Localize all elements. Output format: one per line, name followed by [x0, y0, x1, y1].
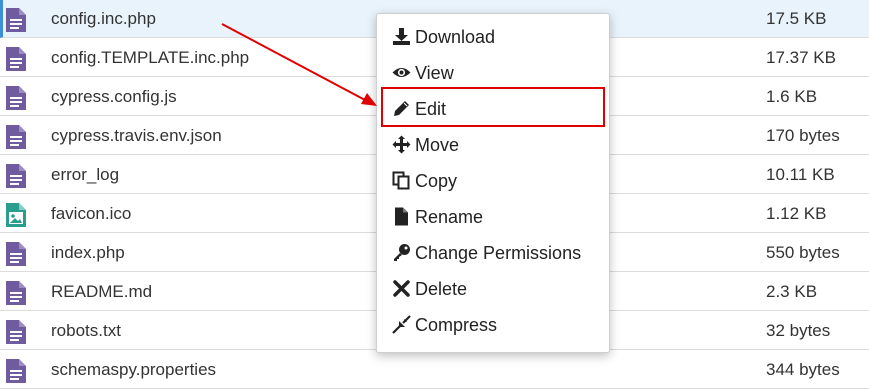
copy-icon: [392, 171, 411, 190]
move-arrows-icon: [392, 135, 411, 154]
file-size: 17.37 KB: [766, 48, 836, 67]
menu-item-compress[interactable]: Compress: [377, 307, 609, 341]
file-size: 10.11 KB: [766, 165, 835, 184]
file-size: 344 bytes: [766, 360, 840, 379]
file-name[interactable]: error_log: [51, 156, 119, 194]
file-size: 2.3 KB: [766, 282, 818, 301]
file-row[interactable]: schemaspy.properties 344 bytes: [0, 351, 869, 389]
file-text-icon: [6, 8, 26, 32]
file-name[interactable]: robots.txt: [51, 312, 121, 350]
menu-item-delete[interactable]: Delete: [377, 271, 609, 305]
file-text-icon: [6, 320, 26, 344]
file-name[interactable]: favicon.ico: [51, 195, 131, 233]
file-size: 170 bytes: [766, 126, 840, 145]
context-menu: Download View Edit Move Copy Rename Chan…: [376, 13, 610, 353]
x-icon: [392, 279, 411, 298]
menu-item-label: Download: [415, 27, 496, 47]
file-name[interactable]: schemaspy.properties: [51, 351, 216, 389]
menu-item-label: Copy: [415, 171, 458, 191]
menu-item-label: Compress: [415, 315, 498, 335]
menu-item-move[interactable]: Move: [377, 127, 609, 161]
eye-icon: [392, 63, 411, 82]
file-text-icon: [6, 125, 26, 149]
file-size: 1.6 KB: [766, 87, 818, 106]
key-icon: [392, 243, 411, 262]
file-size: 32 bytes: [766, 321, 831, 340]
menu-item-label: Rename: [415, 207, 484, 227]
file-name[interactable]: README.md: [51, 273, 152, 311]
menu-item-rename[interactable]: Rename: [377, 199, 609, 233]
file-name[interactable]: cypress.travis.env.json: [51, 117, 222, 155]
menu-item-change-permissions[interactable]: Change Permissions: [377, 235, 609, 269]
menu-item-view[interactable]: View: [377, 55, 609, 89]
file-size: 1.12 KB: [766, 204, 827, 223]
menu-item-label: View: [415, 63, 454, 83]
file-text-icon: [6, 164, 26, 188]
edit-highlight-box: [381, 87, 605, 127]
file-name[interactable]: cypress.config.js: [51, 78, 177, 116]
file-text-icon: [6, 86, 26, 110]
file-size: 17.5 KB: [766, 9, 827, 28]
menu-item-label: Delete: [415, 279, 468, 299]
file-text-icon: [6, 242, 26, 266]
file-text-icon: [6, 281, 26, 305]
file-size: 550 bytes: [766, 243, 840, 262]
compress-icon: [392, 315, 411, 334]
file-icon: [392, 207, 411, 226]
file-text-icon: [6, 47, 26, 71]
menu-item-label: Move: [415, 135, 460, 155]
menu-item-download[interactable]: Download: [377, 19, 609, 53]
file-name[interactable]: config.TEMPLATE.inc.php: [51, 39, 249, 77]
download-icon: [392, 27, 411, 46]
menu-item-copy[interactable]: Copy: [377, 163, 609, 197]
file-name[interactable]: config.inc.php: [51, 0, 156, 38]
file-name[interactable]: index.php: [51, 234, 125, 272]
file-text-icon: [6, 359, 26, 383]
file-image-icon: [6, 203, 26, 227]
menu-item-label: Change Permissions: [415, 243, 582, 263]
